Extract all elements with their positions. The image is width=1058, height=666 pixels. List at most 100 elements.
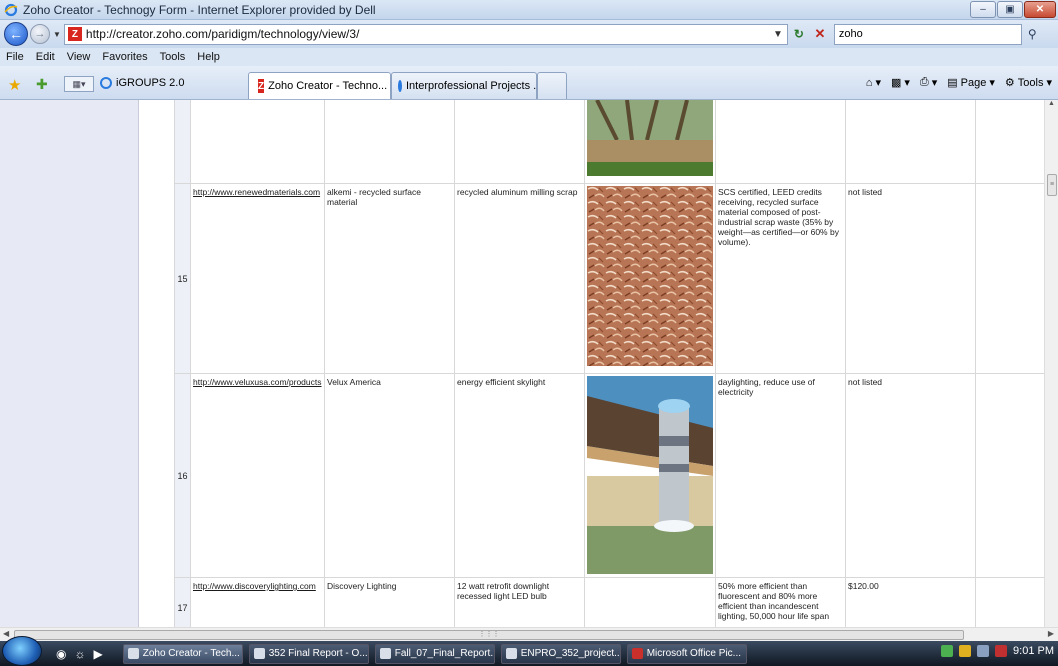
search-text: zoho — [838, 28, 863, 40]
refresh-icon: ↻ — [793, 27, 804, 41]
taskbar-item[interactable]: Microsoft Office Pic... — [626, 643, 747, 664]
menu-tools[interactable]: Tools — [154, 51, 192, 63]
vertical-scroll-thumb[interactable]: ≡ — [1047, 174, 1057, 196]
taskbar-item[interactable]: ENPRO_352_project... — [500, 643, 621, 664]
tab-label: Zoho Creator - Techno... — [268, 80, 388, 92]
command-bar: ⌂ ▾ ▩ ▾ ⎙ ▾ ▤ Page ▾ ⚙ Tools ▾ — [866, 76, 1052, 89]
taskbar-item-label: Fall_07_Final_Report... — [394, 648, 495, 659]
image-cell — [584, 374, 715, 577]
clock[interactable]: 9:01 PM — [1013, 645, 1054, 657]
new-tab-button[interactable] — [537, 72, 567, 99]
windows-taskbar: ◉ ☼ ▶ Zoho Creator - Tech... 352 Final R… — [0, 635, 1058, 666]
rss-feed-icon: ▩ — [890, 77, 902, 89]
feeds-button[interactable]: ▩ ▾ — [891, 76, 910, 89]
picture-manager-icon — [631, 648, 643, 659]
product-url-link[interactable]: http://www.veluxusa.com/products — [193, 377, 322, 387]
name-cell: Discovery Lighting — [324, 578, 454, 627]
row-number — [174, 100, 190, 183]
type-cell: recycled aluminum milling scrap — [454, 184, 584, 373]
tab-interprofessional-projects[interactable]: Interprofessional Projects ... — [391, 72, 542, 99]
menu-file[interactable]: File — [0, 51, 30, 63]
show-desktop-icon[interactable]: ◉ — [56, 647, 66, 661]
maximize-button[interactable]: ▣ — [997, 1, 1023, 18]
menu-view[interactable]: View — [61, 51, 97, 63]
product-url-link[interactable]: http://www.renewedmaterials.com — [193, 187, 320, 197]
row-number: 15 — [174, 184, 190, 373]
taskbar-item[interactable]: Zoho Creator - Tech... — [122, 643, 243, 664]
product-photo — [587, 376, 713, 574]
recent-pages-dropdown[interactable]: ▼ — [53, 30, 61, 39]
description-cell: 50% more efficient than fluorescent and … — [715, 578, 845, 627]
start-button[interactable] — [2, 635, 42, 666]
quick-tabs-button[interactable]: ▦▾ — [64, 76, 94, 92]
image-cell — [584, 184, 715, 373]
back-button[interactable]: ← — [4, 22, 28, 46]
tools-menu-label: Tools — [1017, 76, 1044, 89]
left-margin — [138, 100, 174, 627]
refresh-button[interactable]: ↻ — [788, 24, 810, 45]
menu-edit[interactable]: Edit — [30, 51, 61, 63]
extra-cell — [975, 578, 1044, 627]
document-icon — [253, 648, 265, 659]
menu-bar: File Edit View Favorites Tools Help — [0, 48, 1058, 66]
scroll-left-icon[interactable]: ◀ — [3, 629, 9, 638]
add-favorite-icon[interactable]: ✚ — [36, 76, 48, 93]
table-row — [174, 100, 1044, 183]
image-cell — [584, 578, 715, 627]
vertical-scrollbar[interactable]: ▲ ≡ — [1044, 100, 1058, 627]
page-content: 15 http://www.renewedmaterials.com alkem… — [0, 100, 1044, 627]
tab-zoho-creator[interactable]: Z Zoho Creator - Techno... ✕ — [248, 72, 402, 99]
document-icon — [379, 648, 391, 659]
favorites-star-icon[interactable]: ★ — [8, 76, 21, 94]
quick-launch: ◉ ☼ ▶ — [56, 647, 103, 661]
type-cell: 12 watt retrofit downlight recessed ligh… — [454, 578, 584, 627]
taskbar-item[interactable]: Fall_07_Final_Report... — [374, 643, 495, 664]
stop-button[interactable]: ✕ — [810, 24, 830, 45]
address-dropdown-icon[interactable]: ▼ — [769, 29, 787, 40]
home-button[interactable]: ⌂ ▾ — [866, 76, 881, 90]
url-cell: http://www.renewedmaterials.com — [190, 184, 324, 373]
close-button[interactable]: ✕ — [1024, 1, 1056, 18]
scroll-up-icon[interactable]: ▲ — [1045, 100, 1058, 114]
horizontal-scrollbar[interactable]: ◀ ⋮⋮⋮ ▶ — [0, 627, 1058, 641]
system-tray: 9:01 PM — [941, 645, 1054, 657]
internet-explorer-icon[interactable]: ☼ — [74, 647, 85, 661]
search-input[interactable]: zoho — [833, 23, 1022, 45]
forward-button[interactable]: → — [30, 24, 50, 44]
minimize-button[interactable]: – — [970, 1, 996, 18]
volume-icon[interactable] — [977, 645, 990, 657]
taskbar-item-label: Zoho Creator - Tech... — [142, 648, 240, 659]
address-input[interactable]: Z http://creator.zoho.com/paridigm/techn… — [63, 23, 788, 45]
scroll-right-icon[interactable]: ▶ — [1048, 629, 1054, 638]
favorites-link-igroups[interactable]: iGROUPS 2.0 — [100, 77, 184, 89]
description-cell: SCS certified, LEED credits receiving, r… — [715, 184, 845, 373]
product-photo — [587, 100, 713, 176]
taskbar-item-label: Microsoft Office Pic... — [646, 648, 742, 659]
table-row: 17 http://www.discoverylighting.com Disc… — [174, 577, 1044, 627]
horizontal-scroll-thumb[interactable]: ⋮⋮⋮ — [14, 630, 964, 640]
security-icon[interactable] — [959, 645, 972, 657]
tools-menu-button[interactable]: ⚙ Tools ▾ — [1005, 76, 1052, 90]
quick-tabs-icon: ▦▾ — [72, 78, 86, 89]
taskbar-item[interactable]: 352 Final Report - O... — [248, 643, 369, 664]
search-icon[interactable]: ⚲ — [1028, 27, 1037, 41]
tab-bar: ★ ✚ ▦▾ iGROUPS 2.0 Z Zoho Creator - Tech… — [0, 66, 1058, 100]
back-arrow-icon: ← — [9, 26, 23, 42]
alert-icon[interactable] — [995, 645, 1008, 657]
product-url-link[interactable]: http://www.discoverylighting.com — [193, 581, 316, 591]
page-menu-button[interactable]: ▤ Page ▾ — [947, 76, 995, 90]
network-icon[interactable] — [941, 645, 954, 657]
product-photo — [587, 186, 713, 366]
print-button[interactable]: ⎙ ▾ — [920, 76, 937, 89]
taskbar-item-label: ENPRO_352_project... — [520, 648, 621, 659]
row-number: 17 — [174, 578, 190, 627]
menu-favorites[interactable]: Favorites — [96, 51, 153, 63]
name-cell: Velux America — [324, 374, 454, 577]
price-cell: not listed — [845, 184, 975, 373]
menu-help[interactable]: Help — [191, 51, 226, 63]
extra-cell — [975, 100, 1044, 183]
page-icon: ▤ — [947, 77, 958, 89]
table-row: 15 http://www.renewedmaterials.com alkem… — [174, 183, 1044, 373]
media-player-icon[interactable]: ▶ — [93, 647, 102, 661]
name-cell: alkemi - recycled surface material — [324, 184, 454, 373]
